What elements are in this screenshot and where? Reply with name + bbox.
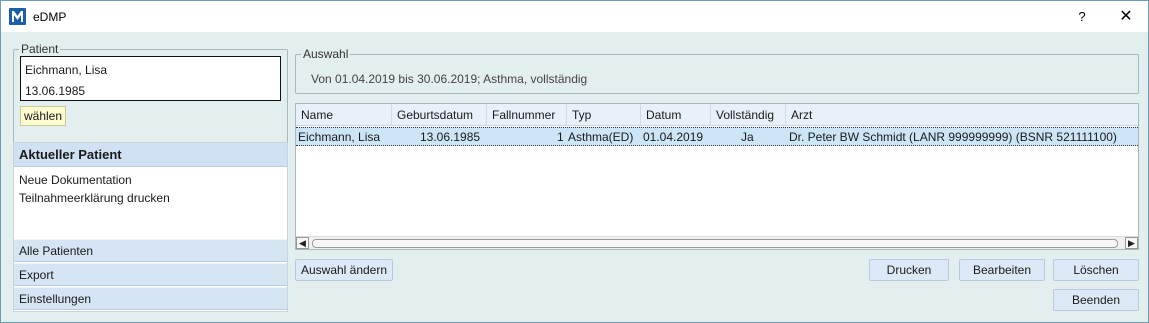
select-patient-button[interactable]: wählen <box>20 106 67 126</box>
column-header-geburtsdatum[interactable]: Geburtsdatum <box>392 104 487 126</box>
documentation-table: Name Geburtsdatum Fallnummer Typ Datum V… <box>295 103 1139 250</box>
table-row[interactable]: Eichmann, Lisa 13.06.1985 1 Asthma(ED) 0… <box>296 127 1138 146</box>
cell-datum: 01.04.2019 <box>643 130 704 144</box>
nav-header-current-patient[interactable]: Aktueller Patient <box>14 143 287 167</box>
scroll-left-icon[interactable]: ◀ <box>296 237 309 249</box>
patient-birthdate: 13.06.1985 <box>25 84 86 98</box>
change-selection-button[interactable]: Auswahl ändern <box>295 259 393 281</box>
patient-name: Eichmann, Lisa <box>25 63 108 77</box>
selection-summary: Von 01.04.2019 bis 30.06.2019; Asthma, v… <box>311 72 588 86</box>
help-button[interactable]: ? <box>1059 1 1105 31</box>
selection-group-label: Auswahl <box>301 47 351 61</box>
nav-section-export[interactable]: Export <box>14 263 287 286</box>
close-button[interactable]: ✕ <box>1103 1 1149 31</box>
cell-fallnummer: 1 <box>557 130 564 144</box>
column-header-name[interactable]: Name <box>296 104 392 126</box>
scroll-right-icon[interactable]: ▶ <box>1125 237 1138 249</box>
cell-geburtsdatum: 13.06.1985 <box>420 130 481 144</box>
edmp-window: eDMP ? ✕ Patient Eichmann, Lisa 13.06.19… <box>0 0 1149 323</box>
cell-arzt: Dr. Peter BW Schmidt (LANR 999999999) (B… <box>789 130 1117 144</box>
delete-button[interactable]: Löschen <box>1053 259 1139 281</box>
selection-group: Auswahl Von 01.04.2019 bis 30.06.2019; A… <box>295 47 1139 94</box>
nav-section-all-patients[interactable]: Alle Patienten <box>14 239 287 262</box>
nav-section-settings[interactable]: Einstellungen <box>14 287 287 310</box>
cell-typ: Asthma(ED) <box>568 130 634 144</box>
main-content: Patient Eichmann, Lisa 13.06.1985 wählen… <box>1 32 1148 322</box>
cell-name: Eichmann, Lisa <box>298 130 381 144</box>
patient-group-label: Patient <box>19 42 61 56</box>
app-logo-icon <box>9 8 26 25</box>
window-title: eDMP <box>33 10 67 24</box>
nav-item-print-declaration[interactable]: Teilnahmeerklärung drucken <box>19 191 170 205</box>
column-header-typ[interactable]: Typ <box>567 104 641 126</box>
column-header-fallnummer[interactable]: Fallnummer <box>487 104 567 126</box>
scrollbar-thumb[interactable] <box>312 239 1118 248</box>
nav-item-new-documentation[interactable]: Neue Dokumentation <box>19 173 132 187</box>
horizontal-scrollbar[interactable]: ◀ ▶ <box>296 236 1138 249</box>
exit-button[interactable]: Beenden <box>1053 289 1139 311</box>
navigation-panel: Aktueller Patient Neue Dokumentation Tei… <box>13 142 288 312</box>
table-header: Name Geburtsdatum Fallnummer Typ Datum V… <box>296 104 1138 126</box>
column-header-datum[interactable]: Datum <box>641 104 711 126</box>
patient-info-box: Eichmann, Lisa 13.06.1985 <box>20 56 281 101</box>
column-header-arzt[interactable]: Arzt <box>786 104 1138 126</box>
print-button[interactable]: Drucken <box>869 259 949 281</box>
edit-button[interactable]: Bearbeiten <box>959 259 1045 281</box>
title-bar: eDMP ? ✕ <box>1 1 1148 32</box>
column-header-vollstaendig[interactable]: Vollständig <box>711 104 786 126</box>
cell-vollstaendig: Ja <box>741 130 754 144</box>
